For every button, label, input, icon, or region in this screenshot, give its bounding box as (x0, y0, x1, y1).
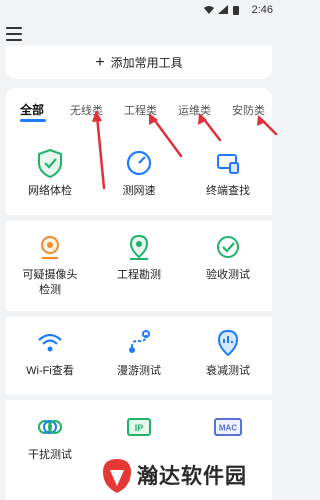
tool-roaming-test[interactable]: 漫游测试 (95, 326, 183, 379)
tool-label: 衰减测试 (206, 365, 250, 377)
tool-acceptance-test[interactable]: 验收测试 (184, 230, 272, 283)
camera-icon (41, 236, 59, 260)
signal-decay-icon (217, 329, 239, 357)
mac-icon: MAC (214, 418, 242, 436)
watermark: 瀚达软件园 (95, 452, 279, 500)
tool-wifi-view[interactable]: Wi-Fi查看 (6, 326, 94, 379)
watermark-text: 瀚达软件园 (137, 465, 247, 488)
tool-interference-test[interactable]: 干扰测试 (6, 410, 94, 463)
row-divider (6, 394, 272, 400)
wifi-icon (38, 333, 62, 352)
interference-icon (38, 420, 62, 434)
tool-label: 工程勘测 (117, 269, 161, 281)
tool-camera-detect[interactable]: 可疑摄像头检测 (6, 230, 94, 298)
svg-text:IP: IP (135, 423, 144, 433)
annotation-arrow (95, 114, 106, 190)
roaming-path-icon (129, 330, 150, 353)
watermark-logo-icon (103, 459, 131, 493)
tool-attenuation-test[interactable]: 衰减测试 (184, 326, 272, 379)
row-divider (6, 215, 272, 221)
location-pin-icon (129, 234, 149, 260)
ip-icon: IP (127, 418, 151, 436)
row-divider (6, 311, 272, 317)
tool-label: 可疑摄像头检测 (22, 269, 78, 296)
tool-label: Wi-Fi查看 (26, 365, 74, 377)
tool-site-survey[interactable]: 工程勘测 (95, 230, 183, 283)
svg-text:MAC: MAC (219, 424, 237, 433)
tool-label: 漫游测试 (117, 365, 161, 377)
tool-label: 干扰测试 (28, 449, 72, 461)
tool-ip[interactable]: IP (95, 410, 183, 444)
tool-mac[interactable]: MAC (184, 410, 272, 444)
check-circle-icon (217, 236, 239, 258)
annotation-arrows (92, 110, 278, 190)
tool-label: 验收测试 (206, 269, 250, 281)
arrowhead-icon (92, 110, 102, 122)
annotation-arrow (151, 116, 183, 158)
annotation-arrow (201, 116, 222, 142)
